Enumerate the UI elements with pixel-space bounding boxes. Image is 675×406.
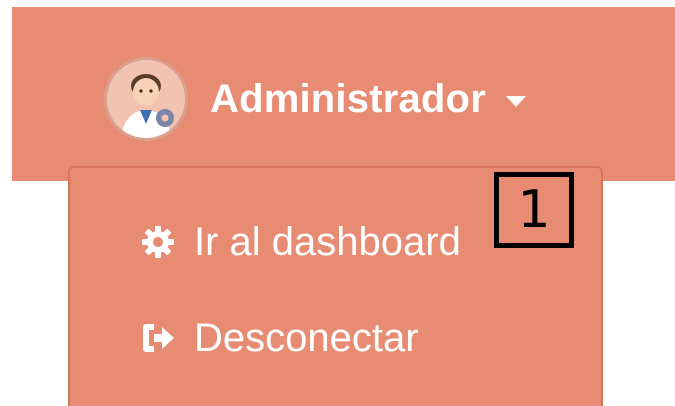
username-label: Administrador (210, 76, 486, 121)
menu-item-label: Ir al dashboard (194, 219, 461, 264)
user-avatar-icon (104, 57, 188, 141)
gear-icon (140, 224, 176, 260)
caret-down-icon (505, 95, 526, 107)
menu-item-dashboard[interactable]: Ir al dashboard (140, 212, 461, 272)
menu-item-logout[interactable]: Desconectar (140, 308, 419, 368)
sign-out-icon (140, 320, 176, 356)
top-navbar: Administrador (12, 7, 675, 181)
menu-item-label: Desconectar (194, 315, 419, 360)
user-menu-toggle[interactable]: Administrador (104, 57, 526, 141)
annotation-marker: 1 (494, 172, 574, 248)
